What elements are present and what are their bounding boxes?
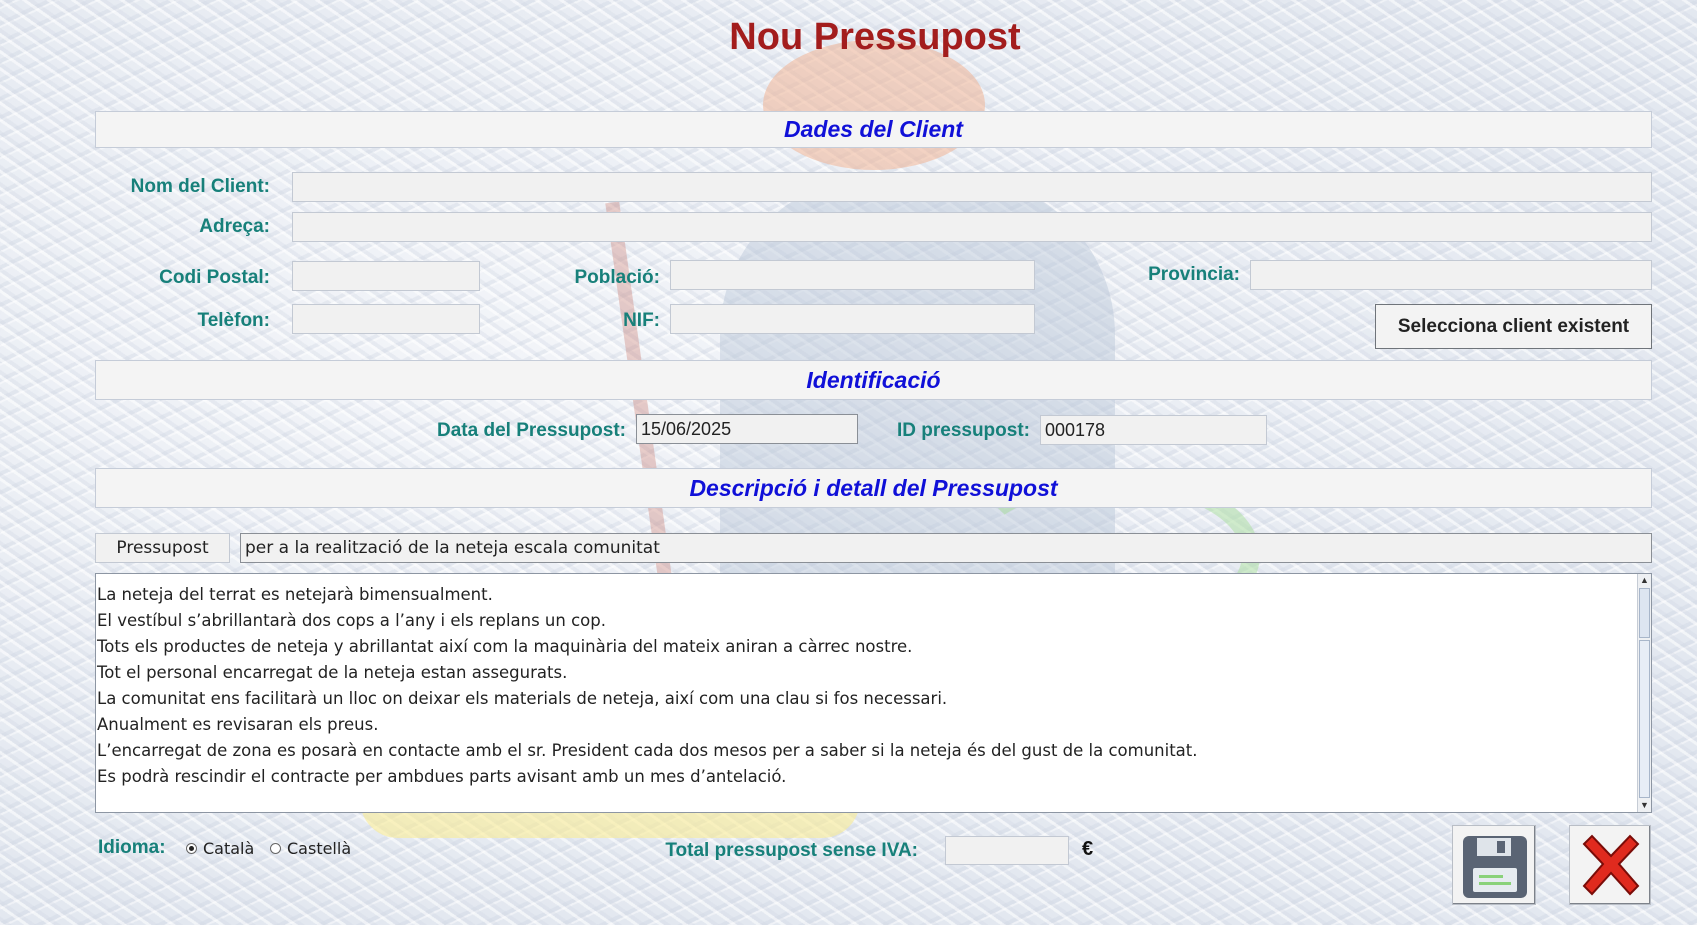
phone-field[interactable]: [292, 304, 480, 334]
budget-id-field: 000178: [1040, 415, 1267, 445]
language-radio-catala[interactable]: Català: [186, 839, 254, 858]
city-field[interactable]: [670, 260, 1035, 290]
description-line: La comunitat ens facilitarà un lloc on d…: [97, 689, 948, 708]
currency-symbol: €: [1082, 838, 1094, 860]
budget-prefix-label: Pressupost: [95, 533, 230, 563]
budget-subject-field[interactable]: per a la realització de la neteja escala…: [240, 533, 1652, 563]
close-button[interactable]: [1569, 825, 1651, 905]
budget-id-label: ID pressupost:: [896, 420, 1030, 441]
scroll-track[interactable]: [1639, 640, 1650, 798]
city-label: Població:: [574, 267, 660, 288]
total-label: Total pressupost sense IVA:: [665, 840, 918, 861]
scroll-up-arrow-icon[interactable]: ▲: [1638, 574, 1651, 587]
client-name-label: Nom del Client:: [130, 176, 270, 197]
red-x-icon: [1582, 834, 1640, 896]
scroll-thumb[interactable]: [1639, 588, 1650, 638]
select-existing-client-button[interactable]: Selecciona client existent: [1375, 304, 1652, 349]
radio-unselected-icon[interactable]: [270, 843, 281, 854]
description-line: El vestíbul s’abrillantarà dos cops a l’…: [97, 611, 606, 630]
description-line: Anualment es revisaran els preus.: [97, 715, 379, 734]
address-field[interactable]: [292, 212, 1652, 242]
client-section-header: Dades del Client: [95, 111, 1652, 148]
budget-date-label: Data del Pressupost:: [437, 420, 626, 441]
floppy-disk-icon: [1463, 836, 1527, 898]
language-option-label: Català: [203, 839, 255, 858]
description-line: Es podrà rescindir el contracte per ambd…: [97, 767, 787, 786]
page-title: Nou Pressupost: [729, 16, 1021, 58]
description-line: Tots els productes de neteja y abrillant…: [97, 637, 913, 656]
address-label: Adreça:: [199, 216, 270, 237]
language-radio-castella[interactable]: Castellà: [270, 839, 351, 858]
total-field[interactable]: [945, 836, 1069, 865]
description-line: L’encarregat de zona es posarà en contac…: [97, 741, 1198, 760]
radio-selected-icon[interactable]: [186, 843, 197, 854]
language-option-label: Castellà: [287, 839, 352, 858]
province-field[interactable]: [1250, 260, 1652, 290]
description-line: Tot el personal encarregat de la neteja …: [97, 663, 568, 682]
description-scrollbar[interactable]: ▲ ▼: [1637, 574, 1651, 812]
postal-code-field[interactable]: [292, 261, 480, 291]
description-textarea[interactable]: La neteja del terrat es netejarà bimensu…: [95, 573, 1652, 813]
nif-label: NIF:: [623, 310, 660, 331]
identification-section-header: Identificació: [95, 360, 1652, 400]
watermark-logo-head: [763, 40, 985, 170]
description-section-header: Descripció i detall del Pressupost: [95, 468, 1652, 508]
client-name-field[interactable]: [292, 172, 1652, 202]
nif-field[interactable]: [670, 304, 1035, 334]
scroll-down-arrow-icon[interactable]: ▼: [1638, 799, 1651, 812]
province-label: Provincia:: [1148, 264, 1240, 285]
budget-date-field[interactable]: 15/06/2025: [636, 414, 858, 444]
phone-label: Telèfon:: [197, 310, 270, 331]
postal-code-label: Codi Postal:: [159, 267, 270, 288]
language-label: Idioma:: [98, 837, 166, 858]
description-line: La neteja del terrat es netejarà bimensu…: [97, 585, 493, 604]
save-button[interactable]: [1452, 825, 1536, 905]
